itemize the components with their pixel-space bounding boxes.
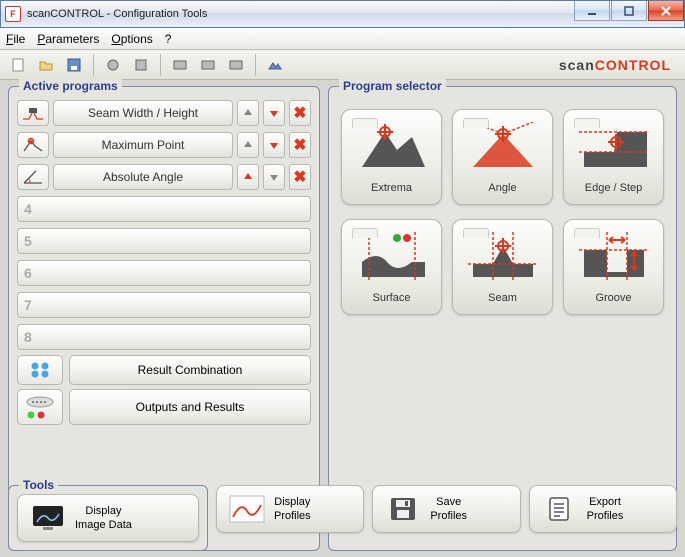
toolbar-btn4-icon[interactable] — [101, 53, 125, 77]
result-combination-icon — [17, 355, 63, 385]
program-row-3: Absolute Angle ✖ — [17, 163, 311, 191]
window-title: scanCONTROL - Configuration Tools — [27, 8, 207, 20]
save-profiles-button[interactable]: Save Profiles — [372, 485, 520, 533]
program-selector-legend: Program selector — [339, 79, 446, 93]
window-titlebar: F scanCONTROL - Configuration Tools — [0, 0, 685, 28]
toolbar-new-icon[interactable] — [6, 53, 30, 77]
toolbar-open-icon[interactable] — [34, 53, 58, 77]
brand-logo: scanCONTROL — [559, 57, 679, 73]
maximize-button[interactable] — [611, 1, 647, 21]
program-slot-3[interactable]: Absolute Angle — [53, 164, 233, 190]
delete-button[interactable]: ✖ — [289, 132, 311, 158]
minimize-button[interactable] — [574, 1, 610, 21]
selector-angle[interactable]: Angle — [452, 109, 553, 205]
toolbar-btn9-icon[interactable] — [263, 53, 287, 77]
program-row-1: Seam Width / Height ✖ — [17, 99, 311, 127]
program-selector-panel: Program selector Extrema Angle — [328, 86, 677, 551]
toolbar-btn7-icon[interactable] — [196, 53, 220, 77]
selector-seam[interactable]: Seam — [452, 219, 553, 315]
monitor-icon — [30, 503, 66, 533]
save-icon — [385, 494, 421, 524]
result-combination-button[interactable]: Result Combination — [69, 355, 311, 385]
move-down-button[interactable] — [263, 132, 285, 158]
display-profiles-button[interactable]: Display Profiles — [216, 485, 364, 533]
program-slot-empty-4[interactable]: 4 — [17, 196, 311, 222]
outputs-results-icon — [17, 389, 63, 425]
toolbar-btn6-icon[interactable] — [168, 53, 192, 77]
toolbar: scanCONTROL — [0, 50, 685, 80]
program-slot-1[interactable]: Seam Width / Height — [53, 100, 233, 126]
move-down-button[interactable] — [263, 100, 285, 126]
move-up-button[interactable] — [237, 100, 259, 126]
toolbar-btn8-icon[interactable] — [224, 53, 248, 77]
delete-button[interactable]: ✖ — [289, 100, 311, 126]
selector-surface[interactable]: Surface — [341, 219, 442, 315]
export-profiles-button[interactable]: Export Profiles — [529, 485, 677, 533]
menu-parameters[interactable]: Parameters — [37, 32, 99, 46]
active-programs-legend: Active programs — [19, 79, 122, 93]
toolbar-btn5-icon[interactable] — [129, 53, 153, 77]
program-slot-2[interactable]: Maximum Point — [53, 132, 233, 158]
selector-groove[interactable]: Groove — [563, 219, 664, 315]
program-slot-empty-7[interactable]: 7 — [17, 292, 311, 318]
profile-curve-icon — [229, 494, 265, 524]
move-up-button[interactable] — [237, 164, 259, 190]
program-slot-empty-6[interactable]: 6 — [17, 260, 311, 286]
program-icon-angle — [17, 164, 49, 190]
menu-help[interactable]: ? — [165, 32, 172, 46]
export-icon — [542, 494, 578, 524]
program-icon-seam — [17, 100, 49, 126]
menubar: File Parameters Options ? — [0, 28, 685, 50]
tools-panel: Tools Display Image Data — [8, 485, 208, 551]
menu-file[interactable]: File — [6, 32, 25, 46]
toolbar-save-icon[interactable] — [62, 53, 86, 77]
program-slot-empty-8[interactable]: 8 — [17, 324, 311, 350]
app-icon: F — [5, 6, 21, 22]
selector-extrema[interactable]: Extrema — [341, 109, 442, 205]
close-button[interactable] — [648, 1, 684, 21]
program-icon-maxpoint — [17, 132, 49, 158]
move-up-button[interactable] — [237, 132, 259, 158]
display-image-data-button[interactable]: Display Image Data — [17, 494, 199, 542]
move-down-button[interactable] — [263, 164, 285, 190]
delete-button[interactable]: ✖ — [289, 164, 311, 190]
program-row-2: Maximum Point ✖ — [17, 131, 311, 159]
selector-edge-step[interactable]: Edge / Step — [563, 109, 664, 205]
program-slot-empty-5[interactable]: 5 — [17, 228, 311, 254]
outputs-results-button[interactable]: Outputs and Results — [69, 389, 311, 425]
menu-options[interactable]: Options — [111, 32, 152, 46]
tools-legend: Tools — [19, 478, 58, 492]
